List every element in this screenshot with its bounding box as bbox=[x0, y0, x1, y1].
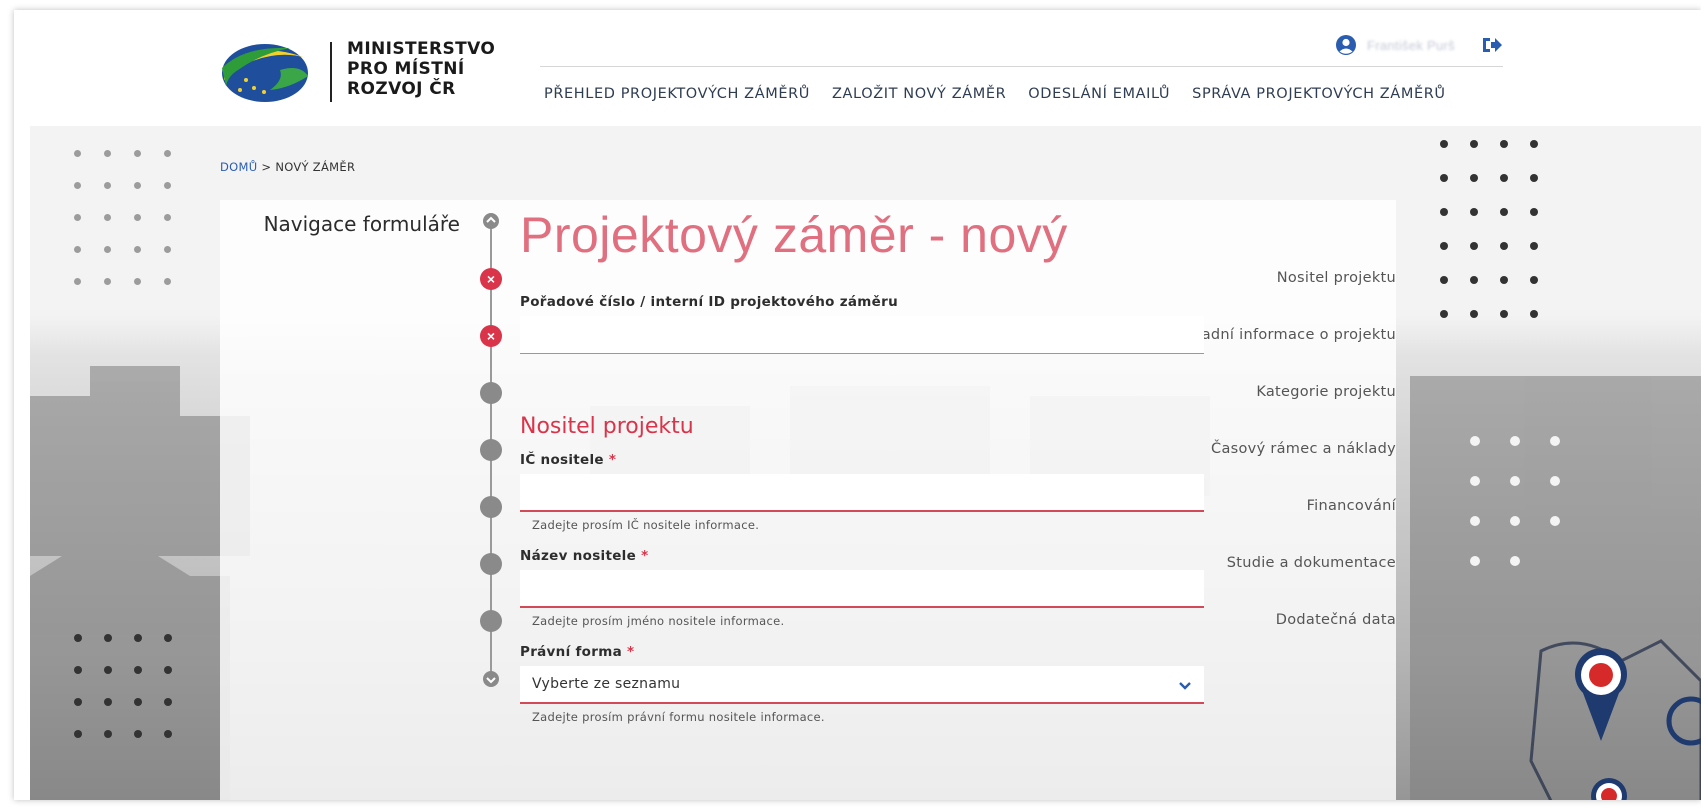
legal-form-selected: Vyberte ze seznamu bbox=[532, 676, 681, 692]
error-icon[interactable]: × bbox=[480, 268, 502, 290]
nav-overview[interactable]: PŘEHLED PROJEKTOVÝCH ZÁMĚRŮ bbox=[544, 86, 810, 102]
ic-label: IČ nositele * bbox=[520, 452, 616, 468]
sidebar-item-nositel[interactable]: Nositel projektu bbox=[1156, 270, 1396, 286]
breadcrumb-current: NOVÝ ZÁMĚR bbox=[275, 160, 356, 174]
ic-input[interactable] bbox=[520, 474, 1204, 512]
sidebar-title: Navigace formuláře bbox=[263, 212, 460, 236]
legal-form-help: Zadejte prosím právní formu nositele inf… bbox=[532, 710, 825, 724]
map-pin-icon bbox=[1591, 778, 1627, 800]
sidebar-item-dodatecna-data[interactable]: Dodatečná data bbox=[1156, 612, 1396, 628]
legal-form-select[interactable]: Vyberte ze seznamu bbox=[520, 666, 1204, 704]
error-icon[interactable]: × bbox=[480, 325, 502, 347]
step-dot-icon[interactable] bbox=[480, 382, 502, 404]
ic-label-text: IČ nositele bbox=[520, 452, 604, 468]
map-illustration bbox=[1529, 639, 1701, 800]
chevron-down-icon bbox=[1179, 682, 1191, 690]
name-label-text: Název nositele bbox=[520, 548, 637, 564]
name-input[interactable] bbox=[520, 570, 1204, 608]
logo-line: MINISTERSTVO bbox=[347, 39, 496, 59]
user-area: František Purš bbox=[1335, 34, 1503, 56]
nav-new-plan[interactable]: ZALOŽIT NOVÝ ZÁMĚR bbox=[832, 86, 1006, 102]
ministry-logo-icon[interactable] bbox=[220, 40, 310, 106]
name-help: Zadejte prosím jméno nositele informace. bbox=[532, 614, 785, 628]
internal-id-input[interactable] bbox=[520, 316, 1204, 354]
user-name[interactable]: František Purš bbox=[1367, 38, 1455, 53]
legal-form-label-text: Právní forma bbox=[520, 644, 622, 660]
ministry-name: MINISTERSTVO PRO MÍSTNÍ ROZVOJ ČR bbox=[347, 39, 495, 99]
breadcrumb-home[interactable]: DOMŮ bbox=[220, 160, 257, 174]
sidebar-item-kategorie[interactable]: Kategorie projektu bbox=[1156, 384, 1396, 400]
step-dot-icon[interactable] bbox=[480, 553, 502, 575]
step-dot-icon[interactable] bbox=[480, 496, 502, 518]
required-mark: * bbox=[626, 644, 635, 660]
breadcrumb-separator: > bbox=[257, 160, 276, 174]
breadcrumb: DOMŮ > NOVÝ ZÁMĚR bbox=[220, 160, 355, 174]
ic-help: Zadejte prosím IČ nositele informace. bbox=[532, 518, 760, 532]
sign-out-icon[interactable] bbox=[1481, 35, 1503, 55]
logo-line: PRO MÍSTNÍ bbox=[347, 59, 465, 79]
user-circle-icon[interactable] bbox=[1335, 34, 1357, 56]
scroll-up-icon[interactable] bbox=[482, 212, 500, 230]
header-divider bbox=[540, 66, 1503, 67]
internal-id-label: Pořadové číslo / interní ID projektového… bbox=[520, 294, 898, 310]
main-nav: PŘEHLED PROJEKTOVÝCH ZÁMĚRŮ ZALOŽIT NOVÝ… bbox=[544, 86, 1446, 102]
required-mark: * bbox=[608, 452, 617, 468]
logo-line: ROZVOJ ČR bbox=[347, 79, 456, 99]
nav-send-emails[interactable]: ODESLÁNÍ EMAILŮ bbox=[1028, 86, 1170, 102]
sidebar-item-casovy-ramec[interactable]: Časový rámec a náklady bbox=[1156, 441, 1396, 457]
section-title-nositel: Nositel projektu bbox=[520, 414, 694, 439]
logo-divider bbox=[330, 42, 332, 102]
nav-manage-plans[interactable]: SPRÁVA PROJEKTOVÝCH ZÁMĚRŮ bbox=[1192, 86, 1445, 102]
form-card: Navigace formuláře Nositel projektu × Zá… bbox=[220, 200, 1396, 800]
header: MINISTERSTVO PRO MÍSTNÍ ROZVOJ ČR Franti… bbox=[14, 10, 1701, 126]
page-title: Projektový záměr - nový bbox=[520, 207, 1068, 263]
step-dot-icon[interactable] bbox=[480, 439, 502, 461]
scroll-down-icon[interactable] bbox=[482, 670, 500, 688]
required-mark: * bbox=[641, 548, 649, 564]
sidebar-item-studie[interactable]: Studie a dokumentace bbox=[1156, 555, 1396, 571]
legal-form-label: Právní forma * bbox=[520, 644, 634, 660]
name-label: Název nositele * bbox=[520, 548, 648, 564]
map-pin-icon bbox=[1575, 648, 1627, 741]
step-dot-icon[interactable] bbox=[480, 610, 502, 632]
app-window: MINISTERSTVO PRO MÍSTNÍ ROZVOJ ČR Franti… bbox=[14, 10, 1701, 800]
